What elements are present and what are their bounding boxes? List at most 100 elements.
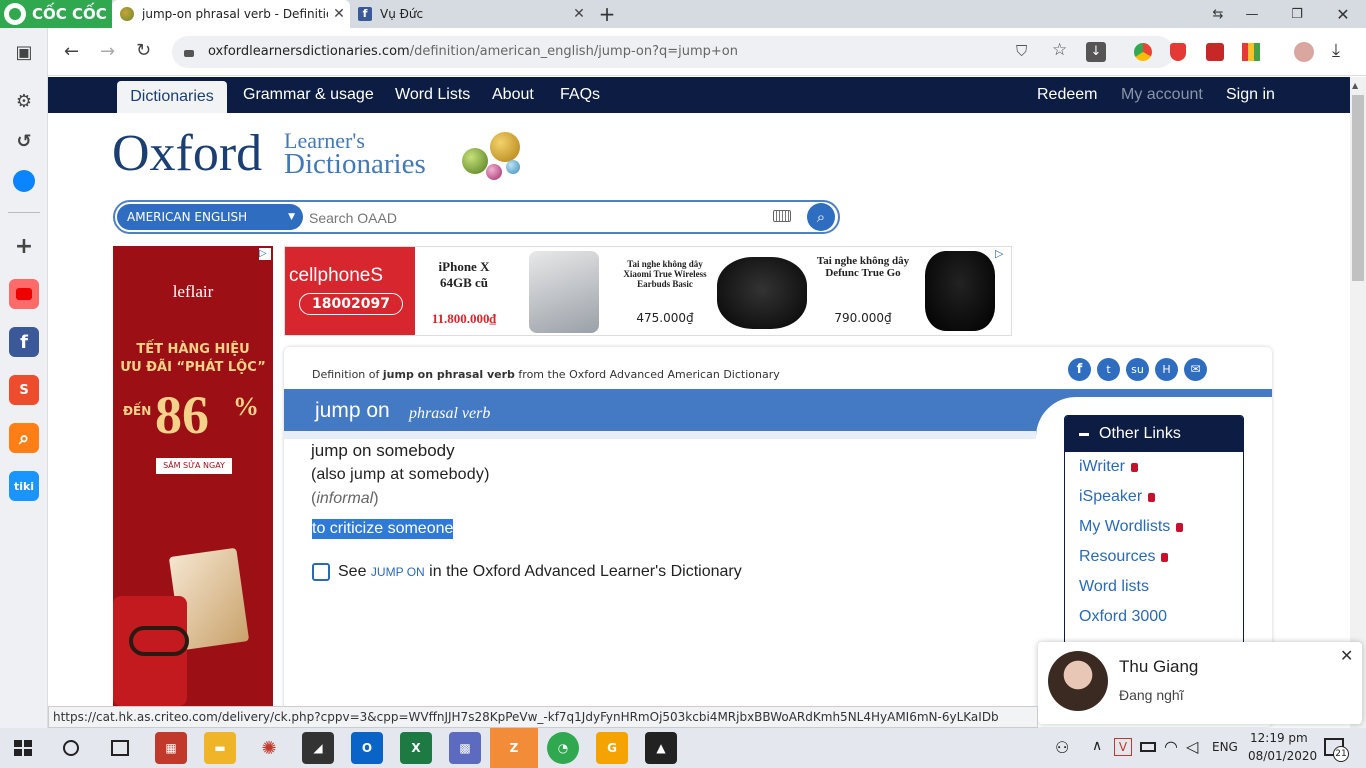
- other-link-label: Word lists: [1079, 578, 1149, 595]
- bookmark-star-icon[interactable]: ☆: [1052, 40, 1067, 60]
- sticky-notes-icon[interactable]: ◢: [302, 732, 334, 764]
- zalo-icon[interactable]: Z: [490, 728, 538, 768]
- sidebar-panel-icon[interactable]: ▣: [9, 37, 39, 67]
- messenger-chat-head[interactable]: Thu Giang Đang nghĩ ✕: [1038, 642, 1362, 724]
- leflair-ad[interactable]: ▷ leflair TẾT HÀNG HIỆU ƯU ĐÃI “PHÁT LỘC…: [113, 246, 273, 706]
- messenger-icon[interactable]: [9, 166, 39, 196]
- color-extension-icon[interactable]: [1242, 43, 1260, 61]
- ad-cta-button[interactable]: SĂM SỬA NGAY: [156, 458, 232, 474]
- input-language[interactable]: ENG: [1212, 740, 1238, 754]
- nav-redeem[interactable]: Redeem: [1037, 77, 1097, 113]
- iphone-image: [529, 251, 599, 333]
- wifi-icon[interactable]: ◠: [1164, 737, 1178, 756]
- clock-date[interactable]: 08/01/2020: [1248, 749, 1317, 763]
- coccoc-menu-button[interactable]: CỐC CỐC: [0, 0, 112, 28]
- external-link-icon[interactable]: [312, 563, 330, 581]
- tab-oxford[interactable]: jump-on phrasal verb - Definition, pict …: [112, 0, 350, 28]
- profile-avatar[interactable]: [1294, 42, 1314, 62]
- sidebar-add-icon[interactable]: +: [9, 231, 39, 261]
- search-button[interactable]: ⌕: [807, 203, 835, 231]
- clock-time[interactable]: 12:19 pm: [1250, 731, 1308, 745]
- nav-sign-in[interactable]: Sign in: [1226, 77, 1275, 113]
- close-window-button[interactable]: ✕: [1321, 0, 1365, 28]
- hatena-share-icon[interactable]: H: [1155, 358, 1178, 381]
- scrollbar-thumb[interactable]: [1352, 95, 1364, 281]
- downloads-icon[interactable]: ⤓: [1332, 40, 1340, 61]
- shield-icon[interactable]: ⛉: [1016, 42, 1027, 60]
- scroll-up-icon[interactable]: ▲: [1352, 81, 1358, 90]
- tray-expand-icon[interactable]: ∧: [1092, 738, 1102, 754]
- other-link-resources[interactable]: Resources: [1079, 548, 1169, 566]
- nav-about[interactable]: About: [492, 77, 534, 113]
- dictionary-select-value: AMERICAN ENGLISH: [127, 210, 248, 224]
- other-link-my-wordlists[interactable]: My Wordlists: [1079, 518, 1184, 536]
- forward-icon[interactable]: →: [100, 41, 115, 62]
- red-extension-icon[interactable]: [1206, 43, 1224, 61]
- app-icon-1[interactable]: ▦: [155, 732, 187, 764]
- windows-start-icon[interactable]: [14, 740, 32, 756]
- history-icon[interactable]: ↺: [9, 126, 39, 156]
- other-links-header[interactable]: Other Links: [1065, 416, 1243, 452]
- email-share-icon[interactable]: ✉: [1184, 358, 1207, 381]
- twitter-share-icon[interactable]: t: [1097, 358, 1120, 381]
- back-icon[interactable]: ←: [64, 41, 79, 62]
- stumbleupon-share-icon[interactable]: su: [1126, 358, 1149, 381]
- other-link-label: My Wordlists: [1079, 518, 1171, 535]
- cortana-search-icon[interactable]: [63, 740, 79, 756]
- coccoc-search-icon[interactable]: ⌕: [9, 423, 39, 453]
- see-link[interactable]: JUMP ON: [371, 565, 425, 579]
- close-tab-icon[interactable]: ✕: [568, 6, 590, 22]
- ad-p2-price: 475.000₫: [636, 311, 694, 325]
- photos-icon[interactable]: ▲: [645, 732, 677, 764]
- app-icon-7[interactable]: ▩: [449, 732, 481, 764]
- settings-icon[interactable]: ⚙: [9, 86, 39, 116]
- other-link-word-lists[interactable]: Word lists: [1079, 578, 1149, 596]
- oxford-logo-text[interactable]: Oxford: [112, 124, 262, 183]
- adchoices-icon[interactable]: ▷: [995, 247, 1003, 260]
- savior-download-icon[interactable]: ↓: [1086, 42, 1106, 62]
- nav-grammar-usage[interactable]: Grammar & usage: [243, 77, 374, 113]
- new-tab-button[interactable]: +: [594, 0, 620, 28]
- chrome-extension-icon[interactable]: [1134, 43, 1152, 61]
- tab-facebook[interactable]: f Vụ Đức ✕: [350, 0, 590, 28]
- volume-icon[interactable]: ◁: [1186, 737, 1198, 756]
- unikey-icon[interactable]: V: [1114, 738, 1132, 756]
- other-link-iwriter[interactable]: iWriter: [1079, 458, 1138, 476]
- shopee-icon[interactable]: S: [9, 375, 39, 405]
- excel-icon[interactable]: X: [400, 732, 432, 764]
- adchoices-icon[interactable]: ▷: [259, 248, 271, 260]
- tiki-icon[interactable]: tiki: [9, 471, 39, 501]
- nav-dictionaries[interactable]: Dictionaries: [117, 81, 227, 113]
- paint-app-icon[interactable]: ✺: [253, 732, 285, 764]
- adblock-extension-icon[interactable]: [1170, 43, 1186, 61]
- address-bar[interactable]: oxfordlearnersdictionaries.com/definitio…: [172, 36, 1174, 68]
- close-tab-icon[interactable]: ✕: [328, 6, 350, 22]
- file-explorer-icon[interactable]: ▬: [204, 732, 236, 764]
- minimize-button[interactable]: —: [1230, 0, 1274, 28]
- cellphones-ad[interactable]: cellphoneS 18002097 iPhone X 64GB cũ 11.…: [284, 246, 1012, 336]
- coccoc-taskbar-icon[interactable]: ◔: [547, 732, 579, 764]
- facebook-icon[interactable]: f: [9, 327, 39, 357]
- people-icon[interactable]: ⚇: [1055, 738, 1069, 757]
- task-view-icon[interactable]: [111, 740, 129, 756]
- ad-cellphones-brand: cellphoneS: [289, 265, 384, 286]
- outlook-icon[interactable]: O: [351, 732, 383, 764]
- nav-word-lists[interactable]: Word Lists: [395, 77, 470, 113]
- reload-icon[interactable]: ↻: [136, 40, 151, 61]
- battery-icon[interactable]: [1140, 742, 1156, 752]
- nav-faqs[interactable]: FAQs: [560, 77, 600, 113]
- restore-button[interactable]: ❐: [1275, 0, 1319, 28]
- search-input[interactable]: [309, 206, 769, 230]
- keyboard-icon[interactable]: [773, 210, 791, 222]
- nav-my-account[interactable]: My account: [1121, 77, 1203, 113]
- other-link-ispeaker[interactable]: iSpeaker: [1079, 488, 1156, 506]
- browser-brand-label: CỐC CỐC: [32, 5, 107, 23]
- dictionary-select[interactable]: AMERICAN ENGLISH ▼: [117, 204, 303, 230]
- other-link-label: Oxford 3000: [1079, 608, 1168, 625]
- pdf-app-icon[interactable]: G: [596, 732, 628, 764]
- other-link-oxford-3000[interactable]: Oxford 3000: [1079, 608, 1167, 626]
- close-icon[interactable]: ✕: [1340, 646, 1353, 665]
- facebook-share-icon[interactable]: f: [1068, 358, 1091, 381]
- page-scrollbar[interactable]: ▲: [1350, 77, 1366, 728]
- youtube-icon[interactable]: [9, 279, 39, 309]
